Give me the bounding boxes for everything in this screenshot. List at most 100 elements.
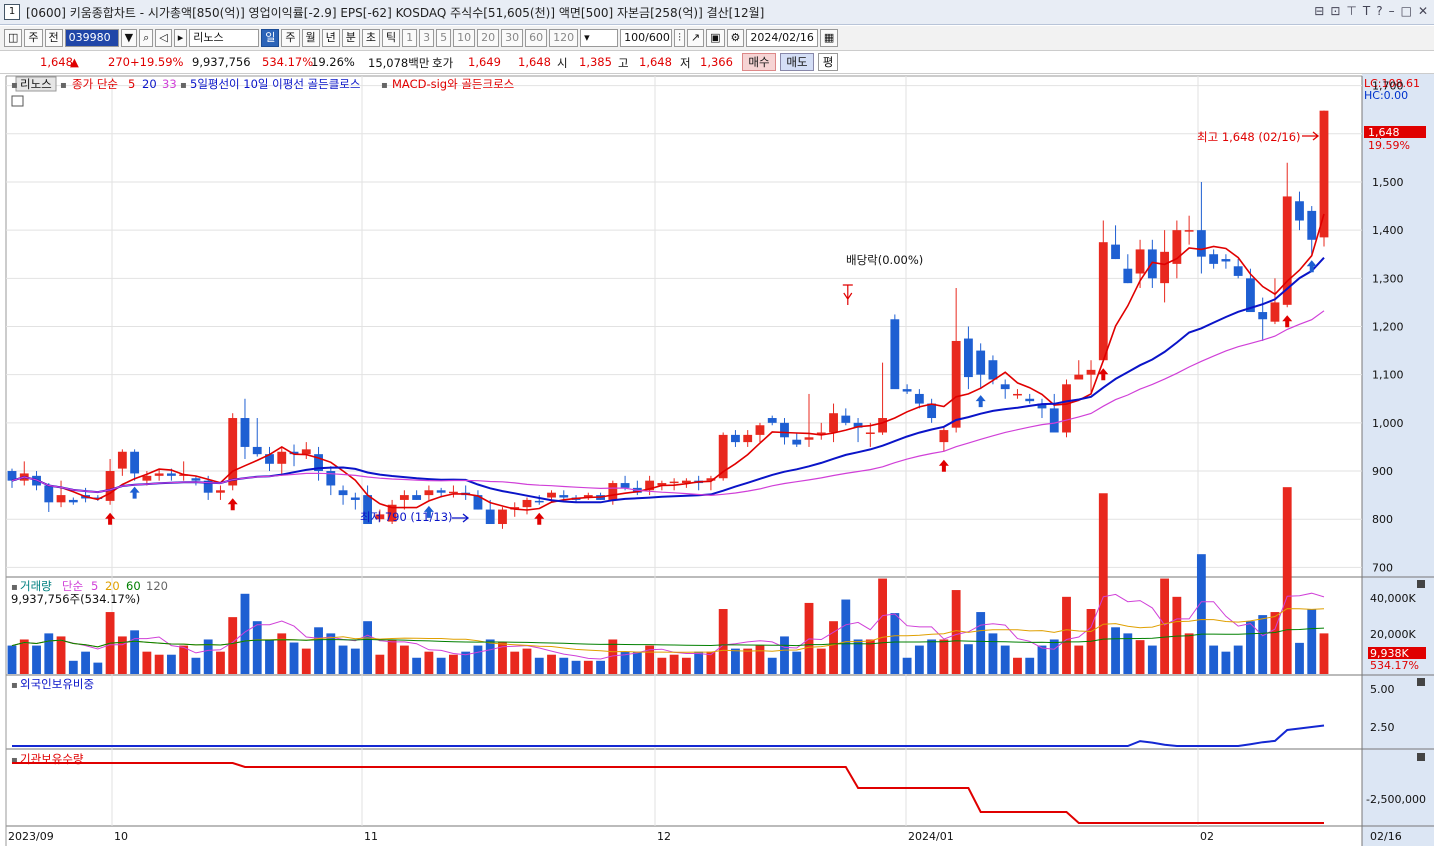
save-icon[interactable]: ▣ xyxy=(706,29,725,47)
sound-icon[interactable]: ◁ xyxy=(155,29,172,47)
title-icons: ⊟ ⊡ ⊤ T ? – □ ✕ xyxy=(1314,4,1428,18)
stock-name-field[interactable]: 리노스 xyxy=(189,29,260,47)
chart-area[interactable]: 리노스 ▪ ▪ 종가 단순 5 20 33 ▪ 5일평선이 10일 이평선 골든… xyxy=(0,74,1434,846)
legend-signal2[interactable]: MACD-sig와 골든크로스 xyxy=(392,77,514,91)
volume-bar xyxy=(1196,554,1206,674)
interval-custom[interactable]: ▾ xyxy=(580,29,619,47)
candle-body xyxy=(1062,384,1071,433)
volume-bar xyxy=(829,621,838,674)
volume-bar xyxy=(951,590,961,674)
interval-30[interactable]: 30 xyxy=(501,29,524,47)
stock-code-input[interactable]: 039980 xyxy=(64,29,119,47)
candle-body xyxy=(399,495,409,500)
type2-select[interactable]: 전 xyxy=(44,29,63,47)
volume-bar xyxy=(436,657,446,674)
period-week[interactable]: 주 xyxy=(281,29,300,47)
volume-bar xyxy=(350,648,360,674)
legend-signal1[interactable]: 5일평선이 10일 이평선 골든클로스 xyxy=(190,77,360,91)
pin-icon[interactable]: ⊤ xyxy=(1346,4,1356,18)
legend-ma20: 20 xyxy=(142,77,157,91)
volume-bar xyxy=(1098,493,1108,674)
period-month[interactable]: 월 xyxy=(301,29,320,47)
candle-body xyxy=(804,437,814,440)
buy-button[interactable]: 매수 xyxy=(742,53,776,71)
volume-bar xyxy=(841,599,851,674)
volume-bar xyxy=(547,654,556,674)
candle-body xyxy=(1111,244,1120,260)
interval-60[interactable]: 60 xyxy=(525,29,548,47)
date-field[interactable]: 2024/02/16 xyxy=(746,29,818,47)
sell-button[interactable]: 매도 xyxy=(780,53,814,71)
candle-body xyxy=(743,434,753,443)
layout-icon[interactable]: ◫ xyxy=(4,29,23,47)
period-year[interactable]: 년 xyxy=(321,29,340,47)
favorite-icon[interactable]: ▸ xyxy=(173,29,188,47)
minimize-icon[interactable]: – xyxy=(1389,4,1395,18)
volume-bar xyxy=(375,654,385,674)
interval-3[interactable]: 3 xyxy=(419,29,435,47)
candle-icon[interactable]: ⫶ xyxy=(674,29,685,47)
volume-close-icon[interactable] xyxy=(1417,580,1425,588)
volume-title[interactable]: 거래량 xyxy=(20,579,52,593)
period-day[interactable]: 일 xyxy=(261,29,280,47)
period-minute[interactable]: 분 xyxy=(341,29,360,47)
interval-1[interactable]: 1 xyxy=(402,29,418,47)
help-icon[interactable]: ? xyxy=(1376,4,1382,18)
text-icon[interactable]: T xyxy=(1363,4,1370,18)
candle-body xyxy=(1025,398,1035,402)
settings-icon[interactable]: ⚙ xyxy=(726,29,745,47)
foreign-close-icon[interactable] xyxy=(1417,678,1425,686)
volume-bar xyxy=(939,639,949,674)
interval-10[interactable]: 10 xyxy=(453,29,476,47)
legend-signal-handle-icon: ▪ xyxy=(180,80,187,91)
code-dropdown-icon[interactable]: ▼ xyxy=(120,29,138,47)
volume-bar xyxy=(1172,596,1182,674)
foreign-title[interactable]: 외국인보유비중 xyxy=(20,677,94,691)
count-field[interactable]: 100/600 xyxy=(620,29,673,47)
draw-icon[interactable]: ↗ xyxy=(686,29,705,47)
candle-body xyxy=(1160,251,1170,284)
restore-icon[interactable]: ⊟ xyxy=(1314,4,1324,18)
candle-body xyxy=(890,319,900,390)
high-label: 고 xyxy=(618,56,629,70)
close-icon[interactable]: ✕ xyxy=(1418,4,1428,18)
volume-bar xyxy=(154,654,164,674)
candle-body xyxy=(1270,302,1280,322)
window-number[interactable]: 1 xyxy=(4,4,20,20)
foreign-ytick-2-5: 2.50 xyxy=(1370,721,1395,734)
candle-body xyxy=(56,495,66,503)
evaluate-button[interactable]: 평 xyxy=(818,53,838,71)
calendar-icon[interactable]: ▦ xyxy=(819,29,839,47)
volume-bar xyxy=(68,660,78,674)
candle-body xyxy=(976,350,986,375)
volume-bar xyxy=(510,651,520,674)
type1-select[interactable]: 주 xyxy=(24,29,43,47)
candle-body xyxy=(1049,408,1059,433)
candle-body xyxy=(142,475,152,481)
candle-body xyxy=(1319,110,1329,238)
volume-bar xyxy=(1000,645,1010,674)
legend-ma-label[interactable]: 종가 단순 xyxy=(72,77,118,91)
link-icon[interactable]: ⊡ xyxy=(1330,4,1340,18)
candle-body xyxy=(988,360,998,380)
xlabel-12: 12 xyxy=(657,830,671,843)
candle-body xyxy=(1196,230,1206,257)
interval-120[interactable]: 120 xyxy=(549,29,579,47)
inst-close-icon[interactable] xyxy=(1417,753,1425,761)
period-second[interactable]: 초 xyxy=(361,29,381,47)
legend-stock-name[interactable]: 리노스 xyxy=(20,77,52,91)
search-icon[interactable]: ⌕ xyxy=(139,29,154,47)
volume-bar xyxy=(914,645,924,674)
table-toggle-icon[interactable] xyxy=(11,95,24,107)
price-ytick: 700 xyxy=(1372,561,1393,574)
period-tick[interactable]: 틱 xyxy=(382,29,401,47)
price-ytick: 1,400 xyxy=(1372,224,1404,237)
chart-toolbar: ◫ 주 전 039980 ▼ ⌕ ◁ ▸ 리노스 일 주 월 년 분 초 틱 1… xyxy=(0,26,1434,51)
maximize-icon[interactable]: □ xyxy=(1401,4,1412,18)
candle-body xyxy=(914,393,924,404)
interval-5[interactable]: 5 xyxy=(436,29,452,47)
candle-body xyxy=(829,413,838,433)
candle-body xyxy=(547,492,556,498)
interval-20[interactable]: 20 xyxy=(477,29,500,47)
foreign-ytick-5: 5.00 xyxy=(1370,683,1395,696)
